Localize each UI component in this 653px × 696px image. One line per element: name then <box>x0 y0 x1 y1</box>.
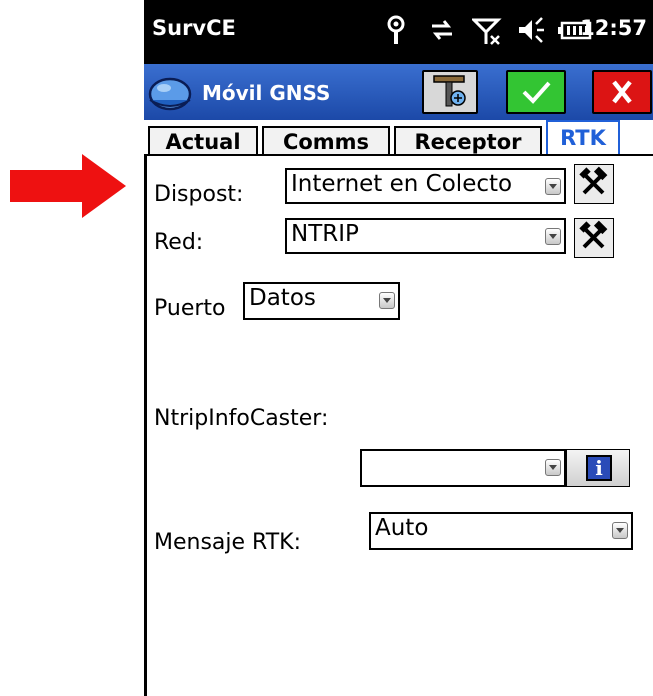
tab-actual[interactable]: Actual <box>148 126 258 156</box>
puerto-label: Puerto <box>154 296 226 321</box>
device-screen: SurvCE 12:57 Móvil GNSS Actual Comms Rec… <box>144 0 653 696</box>
chevron-down-icon[interactable] <box>545 459 561 476</box>
chevron-down-icon[interactable] <box>379 292 395 309</box>
dispositivo-select[interactable]: Internet en Colecto <box>285 168 566 204</box>
cancel-button[interactable] <box>592 70 652 114</box>
dispositivo-config-button[interactable] <box>574 164 614 204</box>
puerto-value: Datos <box>249 285 316 311</box>
info-icon: i <box>586 455 612 481</box>
red-config-button[interactable] <box>574 218 614 258</box>
volume-icon[interactable] <box>516 14 546 46</box>
ntrip-info-caster-label: NtripInfoCaster: <box>154 406 329 431</box>
tools-icon <box>579 166 608 195</box>
sync-icon[interactable] <box>428 14 456 46</box>
mensaje-rtk-label: Mensaje RTK: <box>154 530 302 555</box>
status-bar: SurvCE 12:57 <box>144 0 653 64</box>
chevron-down-icon[interactable] <box>545 228 561 245</box>
dispositivo-value: Internet en Colecto <box>291 171 513 197</box>
mensaje-rtk-select[interactable]: Auto <box>369 512 633 550</box>
settings-icon <box>433 75 466 107</box>
tab-receptor[interactable]: Receptor <box>394 126 542 156</box>
title-bar: Móvil GNSS <box>144 64 653 120</box>
puerto-select[interactable]: Datos <box>243 282 400 320</box>
chevron-down-icon[interactable] <box>545 178 561 195</box>
red-select[interactable]: NTRIP <box>285 218 566 254</box>
tools-icon <box>579 220 608 249</box>
status-app-name: SurvCE <box>152 16 236 40</box>
ntrip-info-button[interactable]: i <box>566 449 630 487</box>
tab-rtk[interactable]: RTK <box>546 120 620 156</box>
ok-button[interactable] <box>506 70 566 114</box>
mensaje-rtk-value: Auto <box>375 515 429 541</box>
red-label: Red: <box>154 230 204 255</box>
config-button[interactable] <box>422 70 478 114</box>
tab-bar: Actual Comms Receptor RTK <box>144 120 653 156</box>
close-icon <box>612 80 632 104</box>
check-icon <box>522 81 551 104</box>
signal-off-icon[interactable] <box>472 14 502 46</box>
helmet-icon <box>148 77 192 111</box>
window-title: Móvil GNSS <box>202 81 331 105</box>
ntrip-info-caster-select[interactable] <box>360 449 566 487</box>
tab-comms[interactable]: Comms <box>262 126 390 156</box>
chevron-down-icon[interactable] <box>612 522 628 539</box>
status-clock[interactable]: 12:57 <box>580 16 647 40</box>
rtk-form: Dispost: Internet en Colecto Red: NTRIP … <box>144 156 653 696</box>
dispositivo-label: Dispost: <box>154 182 244 207</box>
red-value: NTRIP <box>291 221 359 247</box>
antenna-icon <box>387 15 405 44</box>
pointer-arrow-icon <box>10 154 126 218</box>
